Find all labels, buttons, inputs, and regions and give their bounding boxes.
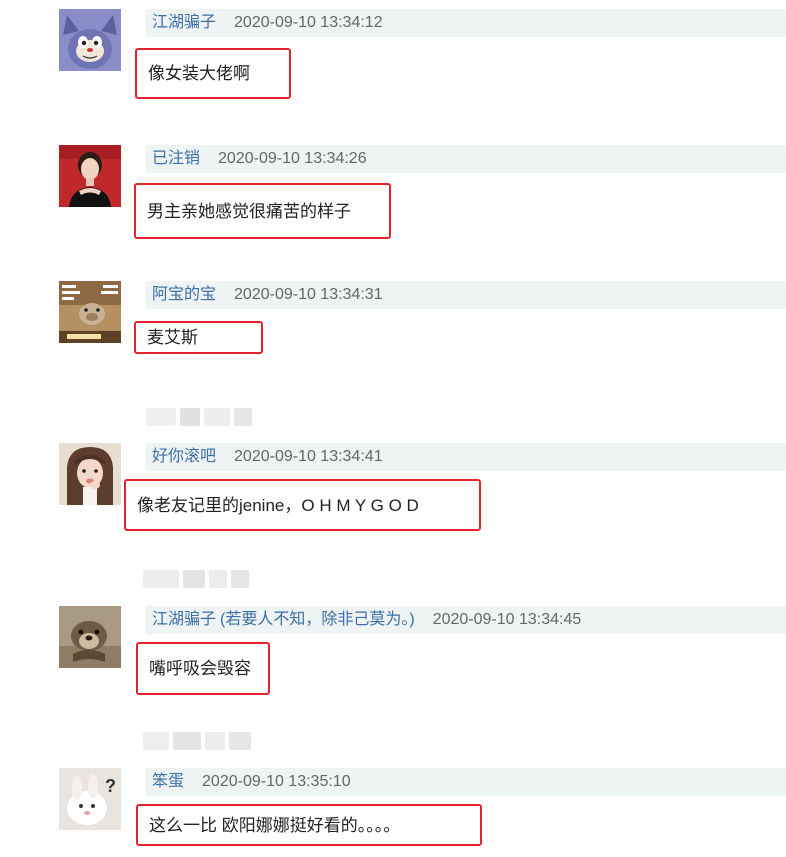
comment-timestamp: 2020-09-10 13:34:31 [234,286,383,303]
meme-pig-avatar-icon[interactable] [59,281,121,343]
user-note: (若要人不知，除非己莫为。) [220,611,415,628]
blur-block [183,570,205,588]
woman-portrait-avatar-icon[interactable] [59,145,121,207]
comment-text: 男主亲她感觉很痛苦的样子 [134,183,391,239]
bunny-question-avatar-icon[interactable]: ? [59,768,121,830]
comment-text: 像老友记里的jenine，O H M Y G O D [124,479,481,531]
blurred-reply [146,408,252,426]
username-link[interactable]: 阿宝的宝 [152,286,216,303]
comment-meta-bar: 已注销 2020-09-10 13:34:26 [146,145,786,173]
comment-timestamp: 2020-09-10 13:35:10 [202,773,351,790]
blur-block [143,570,179,588]
username-link[interactable]: 江湖骗子 [152,611,216,628]
blur-block [173,732,201,750]
girl-portrait-avatar-icon[interactable] [59,443,121,505]
comment-timestamp: 2020-09-10 13:34:26 [218,150,367,167]
svg-text:?: ? [105,776,116,796]
username-link[interactable]: 好你滚吧 [152,448,216,465]
comment-meta-bar: 好你滚吧 2020-09-10 13:34:41 [146,443,786,471]
blur-block [204,408,230,426]
blurred-reply [143,570,249,588]
comment-timestamp: 2020-09-10 13:34:12 [234,14,383,31]
blur-block [229,732,251,750]
comment-meta-bar: 笨蛋 2020-09-10 13:35:10 [146,768,786,796]
blur-block [234,408,252,426]
username-link[interactable]: 已注销 [152,150,200,167]
comment-timestamp: 2020-09-10 13:34:45 [432,611,582,628]
blur-block [180,408,200,426]
username-link[interactable]: 笨蛋 [152,773,184,790]
blur-block [146,408,176,426]
blurred-reply [143,732,251,750]
comment-meta-bar: 江湖骗子 (若要人不知，除非己莫为。) 2020-09-10 13:34:45 [146,606,786,634]
tom-cat-avatar-icon[interactable] [59,9,121,71]
comment-meta-bar: 江湖骗子 2020-09-10 13:34:12 [146,9,786,37]
comment-text: 麦艾斯 [134,321,263,354]
blur-block [205,732,225,750]
username-link[interactable]: 江湖骗子 [152,14,216,31]
comment-meta-bar: 阿宝的宝 2020-09-10 13:34:31 [146,281,786,309]
comment-text: 嘴呼吸会毁容 [136,642,270,695]
comment-text: 这么一比 欧阳娜娜挺好看的。。。。 [136,804,482,846]
blur-block [231,570,249,588]
blur-block [209,570,227,588]
comment-text: 像女装大佬啊 [135,48,291,99]
otter-avatar-icon[interactable] [59,606,121,668]
comment-timestamp: 2020-09-10 13:34:41 [234,448,383,465]
blur-block [143,732,169,750]
